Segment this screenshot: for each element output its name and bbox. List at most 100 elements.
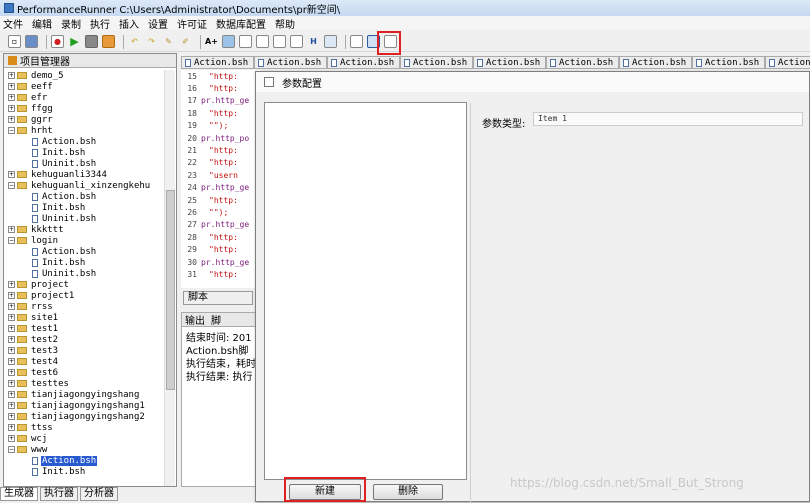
expand-icon[interactable]: + [8, 281, 15, 288]
tab-output[interactable]: 输出 [182, 313, 208, 327]
menu-execute[interactable]: 执行 [90, 16, 110, 31]
tree-folder[interactable]: + kehuguanli3344 [6, 169, 166, 180]
expand-icon[interactable]: + [8, 226, 15, 233]
expand-icon[interactable]: + [8, 336, 15, 343]
tree-folder[interactable]: + ffgg [6, 103, 166, 114]
code-editor[interactable]: 15 "http: 16 "http: 17 pr.http_ge 18 "http: 19 ""… [181, 70, 261, 288]
menu-license[interactable]: 许可证 [177, 16, 207, 31]
tab-executor[interactable]: 执行器 [40, 487, 78, 501]
tree-folder[interactable]: + efr [6, 92, 166, 103]
new-button[interactable]: 新建 [289, 484, 361, 500]
tree-folder[interactable]: − kehuguanli_xinzengkehu [6, 180, 166, 191]
project-manager-tab[interactable]: 项目管理器 [4, 54, 176, 68]
delete-button[interactable]: 删除 [373, 484, 443, 500]
param-file-icon[interactable] [350, 35, 363, 48]
expand-icon[interactable]: + [8, 116, 15, 123]
tree-folder[interactable]: + test6 [6, 367, 166, 378]
tree-file[interactable]: Uninit.bsh [6, 158, 166, 169]
expand-icon[interactable]: + [8, 83, 15, 90]
expand-icon[interactable]: + [8, 314, 15, 321]
tree-file[interactable]: Init.bsh [6, 202, 166, 213]
menu-settings[interactable]: 设置 [148, 16, 168, 31]
tree-file[interactable]: Init.bsh [6, 257, 166, 268]
tree-folder[interactable]: + rrss [6, 301, 166, 312]
tree-folder[interactable]: + test4 [6, 356, 166, 367]
edit4-icon[interactable] [290, 35, 303, 48]
expand-icon[interactable]: + [8, 94, 15, 101]
hh-icon[interactable]: H [307, 35, 320, 48]
editor-tab[interactable]: Action.bsh [765, 56, 810, 69]
add-text-icon[interactable]: A+ [205, 35, 218, 48]
collapse-icon[interactable]: − [8, 127, 15, 134]
script-tab[interactable]: 脚本 [183, 291, 253, 305]
folder-icon[interactable] [102, 35, 115, 48]
tree-folder[interactable]: + tianjiagongyingshang [6, 389, 166, 400]
editor-tab[interactable]: Action.bsh [473, 56, 546, 69]
tree-file[interactable]: Action.bsh [6, 191, 166, 202]
expand-icon[interactable]: + [8, 402, 15, 409]
tool-icon[interactable]: ✎ [162, 35, 175, 48]
editor-tab[interactable]: Action.bsh [692, 56, 765, 69]
param-type-select[interactable]: Item 1 [533, 112, 803, 126]
record-icon[interactable]: ● [51, 35, 64, 48]
tool2-icon[interactable]: ✐ [179, 35, 192, 48]
expand-icon[interactable]: + [8, 303, 15, 310]
tree-file[interactable]: Action.bsh [6, 246, 166, 257]
tab-generator[interactable]: 生成器 [0, 487, 38, 501]
stop-icon[interactable] [85, 35, 98, 48]
edit-icon[interactable] [239, 35, 252, 48]
expand-icon[interactable]: + [8, 358, 15, 365]
tree-file[interactable]: Init.bsh [6, 466, 166, 477]
save-icon[interactable] [25, 35, 38, 48]
menu-edit[interactable]: 编辑 [32, 16, 52, 31]
run-icon[interactable]: ▶ [68, 35, 81, 48]
screen-icon[interactable] [324, 35, 337, 48]
tree-folder[interactable]: + project [6, 279, 166, 290]
tree-file[interactable]: Uninit.bsh [6, 268, 166, 279]
tree-folder[interactable]: + project1 [6, 290, 166, 301]
tree-folder[interactable]: + tianjiagongyingshang2 [6, 411, 166, 422]
editor-tab[interactable]: Action.bsh [400, 56, 473, 69]
expand-icon[interactable]: + [8, 325, 15, 332]
expand-icon[interactable]: + [8, 435, 15, 442]
expand-icon[interactable]: + [8, 105, 15, 112]
tree-folder[interactable]: + ttss [6, 422, 166, 433]
edit2-icon[interactable] [256, 35, 269, 48]
tree-folder[interactable]: + test1 [6, 323, 166, 334]
editor-tab[interactable]: Action.bsh [619, 56, 692, 69]
menu-db-config[interactable]: 数据库配置 [216, 16, 266, 31]
expand-icon[interactable]: + [8, 391, 15, 398]
tree-folder[interactable]: + ggrr [6, 114, 166, 125]
expand-icon[interactable]: + [8, 171, 15, 178]
tree-folder[interactable]: + wcj [6, 433, 166, 444]
tree-folder[interactable]: + test3 [6, 345, 166, 356]
tree-folder[interactable]: − hrht [6, 125, 166, 136]
tab-analyzer[interactable]: 分析器 [80, 487, 118, 501]
collapse-icon[interactable]: − [8, 237, 15, 244]
tree-folder[interactable]: + test2 [6, 334, 166, 345]
tree-file[interactable]: Uninit.bsh [6, 213, 166, 224]
expand-icon[interactable]: + [8, 380, 15, 387]
undo-icon[interactable]: ↶ [128, 35, 141, 48]
editor-tab[interactable]: Action.bsh [327, 56, 400, 69]
tree-file[interactable]: Action.bsh [6, 455, 166, 466]
tree-folder[interactable]: − www [6, 444, 166, 455]
tree-folder[interactable]: + tianjiagongyingshang1 [6, 400, 166, 411]
menu-help[interactable]: 帮助 [275, 16, 295, 31]
expand-icon[interactable]: + [8, 369, 15, 376]
tree-file[interactable]: Init.bsh [6, 147, 166, 158]
expand-icon[interactable]: + [8, 347, 15, 354]
tree-folder[interactable]: + eeff [6, 81, 166, 92]
editor-tab[interactable]: Action.bsh [181, 56, 254, 69]
new-icon[interactable]: ▫ [8, 35, 21, 48]
tree-folder[interactable]: + site1 [6, 312, 166, 323]
tab-script[interactable]: 脚 [208, 313, 224, 327]
add-node-icon[interactable] [222, 35, 235, 48]
menu-insert[interactable]: 插入 [119, 16, 139, 31]
tree-folder[interactable]: − login [6, 235, 166, 246]
tree-folder[interactable]: + kkkttt [6, 224, 166, 235]
collapse-icon[interactable]: − [8, 182, 15, 189]
tree-file[interactable]: Action.bsh [6, 136, 166, 147]
menu-file[interactable]: 文件 [3, 16, 23, 31]
tree-folder[interactable]: + demo_5 [6, 70, 166, 81]
